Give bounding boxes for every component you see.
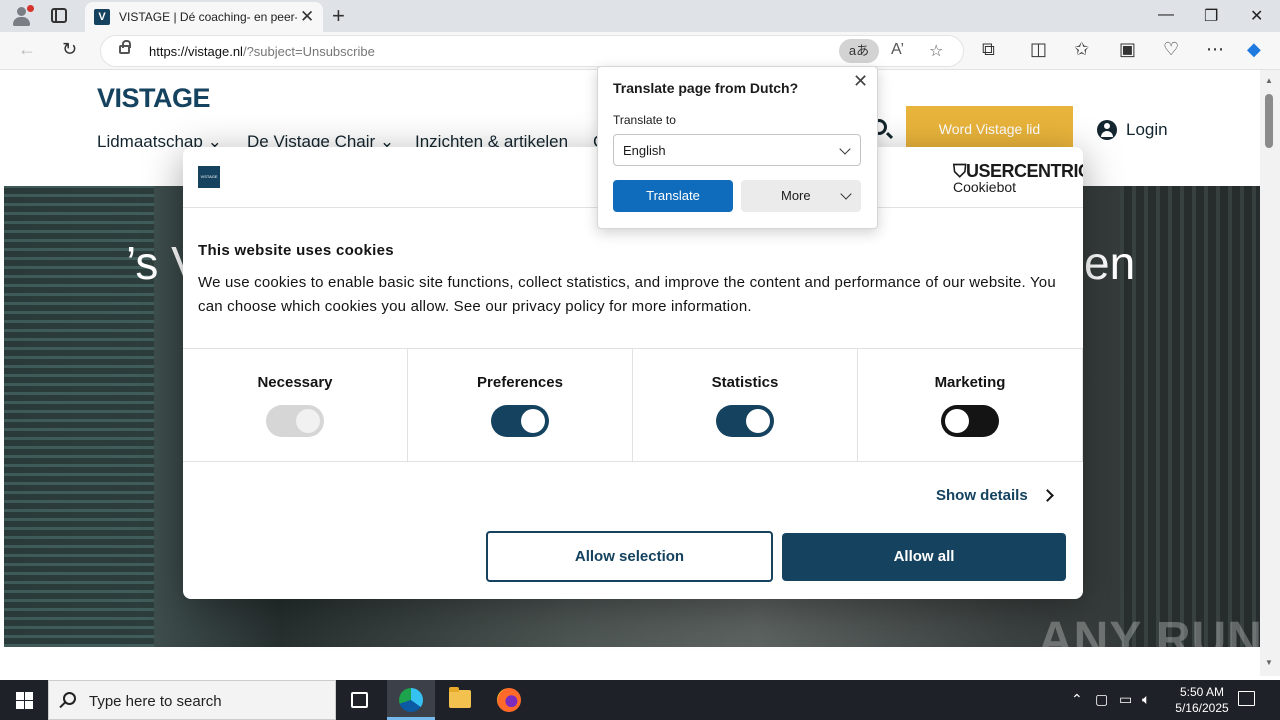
- notification-icon[interactable]: [1238, 691, 1255, 706]
- site-logo[interactable]: VISTAGE: [97, 83, 211, 114]
- site-favicon-icon: V: [94, 9, 110, 25]
- task-view-icon[interactable]: [351, 692, 368, 708]
- translate-title: Translate page from Dutch?: [613, 80, 799, 96]
- browser-toolbar: ← ↻ https://vistage.nl/?subject=Unsubscr…: [0, 32, 1280, 70]
- hero-headline-right: en: [1084, 237, 1136, 289]
- tab-title: VISTAGE | Dé coaching- en peer-a: [119, 10, 297, 24]
- marketing-toggle[interactable]: [941, 405, 999, 437]
- show-details-link[interactable]: Show details: [936, 487, 1028, 504]
- chevron-right-icon[interactable]: [1041, 489, 1054, 502]
- consent-label: Preferences: [477, 374, 563, 391]
- more-label: More: [781, 188, 811, 203]
- clock-date: 5/16/2025: [1175, 701, 1229, 715]
- clock-time: 5:50 AM: [1179, 685, 1225, 699]
- browser-tab-bar: V VISTAGE | Dé coaching- en peer-a ✕ + —…: [0, 0, 1280, 32]
- consent-label: Necessary: [257, 374, 333, 391]
- login-link[interactable]: Login: [1126, 120, 1168, 140]
- extensions-icon[interactable]: ⧉: [982, 39, 995, 60]
- collections-icon[interactable]: ▣: [1119, 39, 1136, 60]
- profile-icon[interactable]: [10, 5, 34, 27]
- chevron-down-icon: [839, 143, 851, 155]
- scrollbar-thumb[interactable]: [1265, 94, 1273, 148]
- split-screen-icon[interactable]: ◫: [1030, 39, 1047, 60]
- taskbar-search-placeholder: Type here to search: [89, 693, 222, 710]
- search-icon: [63, 692, 76, 705]
- browser-essentials-icon[interactable]: ♡: [1163, 39, 1179, 60]
- copilot-icon[interactable]: ◆: [1247, 39, 1261, 60]
- url-host: https://vistage.nl: [149, 44, 243, 59]
- windows-taskbar: Type here to search ⌃ ▢ ▭ 🔈︎ 5:50 AM 5/1…: [0, 680, 1280, 720]
- scroll-down-icon[interactable]: ▼: [1265, 658, 1273, 667]
- tab-actions-icon[interactable]: [51, 8, 67, 23]
- translate-to-label: Translate to: [613, 113, 676, 127]
- scroll-up-icon[interactable]: ▲: [1265, 76, 1273, 85]
- preferences-toggle[interactable]: [491, 405, 549, 437]
- more-menu-icon[interactable]: ⋯: [1206, 39, 1224, 60]
- favorite-star-icon[interactable]: ☆: [929, 41, 943, 61]
- new-tab-icon[interactable]: +: [332, 3, 345, 29]
- minimize-icon[interactable]: —: [1158, 6, 1174, 24]
- cookie-site-logo: VISTAGE: [198, 166, 220, 188]
- browser-tab[interactable]: V VISTAGE | Dé coaching- en peer-a ✕: [85, 2, 323, 32]
- volume-icon[interactable]: 🔈︎: [1142, 691, 1150, 708]
- become-member-button[interactable]: Word Vistage lid: [906, 106, 1073, 152]
- hero-building-right: [1120, 186, 1260, 647]
- system-clock[interactable]: 5:50 AM 5/16/2025: [1168, 684, 1236, 716]
- translate-icon[interactable]: aあ: [839, 39, 879, 63]
- cookiebot-label: Cookiebot: [953, 179, 1017, 195]
- file-explorer-icon[interactable]: [449, 687, 471, 708]
- consent-label: Statistics: [711, 374, 779, 391]
- cookie-description: We use cookies to enable basic site func…: [198, 274, 1056, 315]
- consent-marketing: Marketing: [858, 349, 1083, 461]
- page-scrollbar[interactable]: ▲ ▼: [1260, 70, 1280, 676]
- translate-close-icon[interactable]: ✕: [853, 71, 868, 92]
- consent-statistics: Statistics: [633, 349, 858, 461]
- taskbar-search[interactable]: Type here to search: [48, 680, 336, 720]
- tray-chevron-icon[interactable]: ⌃: [1071, 691, 1083, 708]
- translate-popup: Translate page from Dutch? ✕ Translate t…: [597, 66, 878, 229]
- favorites-icon[interactable]: ✩: [1074, 39, 1089, 60]
- allow-selection-button[interactable]: Allow selection: [486, 531, 773, 582]
- user-icon[interactable]: [1097, 120, 1117, 140]
- read-aloud-icon[interactable]: A’: [891, 41, 904, 59]
- chevron-down-icon: [840, 188, 852, 200]
- restore-icon[interactable]: ❐: [1204, 6, 1218, 26]
- anyrun-watermark: ANY RUN: [1038, 613, 1263, 666]
- divider: [183, 461, 1083, 462]
- allow-all-button[interactable]: Allow all: [782, 533, 1066, 581]
- back-icon[interactable]: ←: [18, 39, 36, 60]
- consent-label: Marketing: [934, 374, 1006, 391]
- edge-icon[interactable]: [399, 688, 423, 712]
- url-path: /?subject=Unsubscribe: [242, 44, 375, 59]
- language-select[interactable]: English: [613, 134, 861, 166]
- tab-close-icon[interactable]: ✕: [300, 7, 314, 27]
- url-text[interactable]: https://vistage.nl/?subject=Unsubscribe: [149, 44, 375, 59]
- more-options-button[interactable]: More: [741, 180, 861, 212]
- window-close-icon[interactable]: ✕: [1250, 6, 1263, 26]
- selected-language: English: [623, 143, 666, 158]
- address-bar[interactable]: https://vistage.nl/?subject=Unsubscribe …: [100, 35, 964, 67]
- cookie-title: This website uses cookies: [198, 242, 394, 259]
- consent-preferences: Preferences: [408, 349, 633, 461]
- network-icon[interactable]: ▭: [1119, 691, 1132, 708]
- windows-start-icon[interactable]: [16, 692, 33, 709]
- tray-device-icon[interactable]: ▢: [1095, 691, 1108, 708]
- necessary-toggle: [266, 405, 324, 437]
- consent-necessary: Necessary: [183, 349, 408, 461]
- translate-button[interactable]: Translate: [613, 180, 733, 212]
- lock-icon[interactable]: [119, 40, 131, 54]
- firefox-icon[interactable]: [497, 688, 521, 712]
- refresh-icon[interactable]: ↻: [62, 39, 77, 60]
- statistics-toggle[interactable]: [716, 405, 774, 437]
